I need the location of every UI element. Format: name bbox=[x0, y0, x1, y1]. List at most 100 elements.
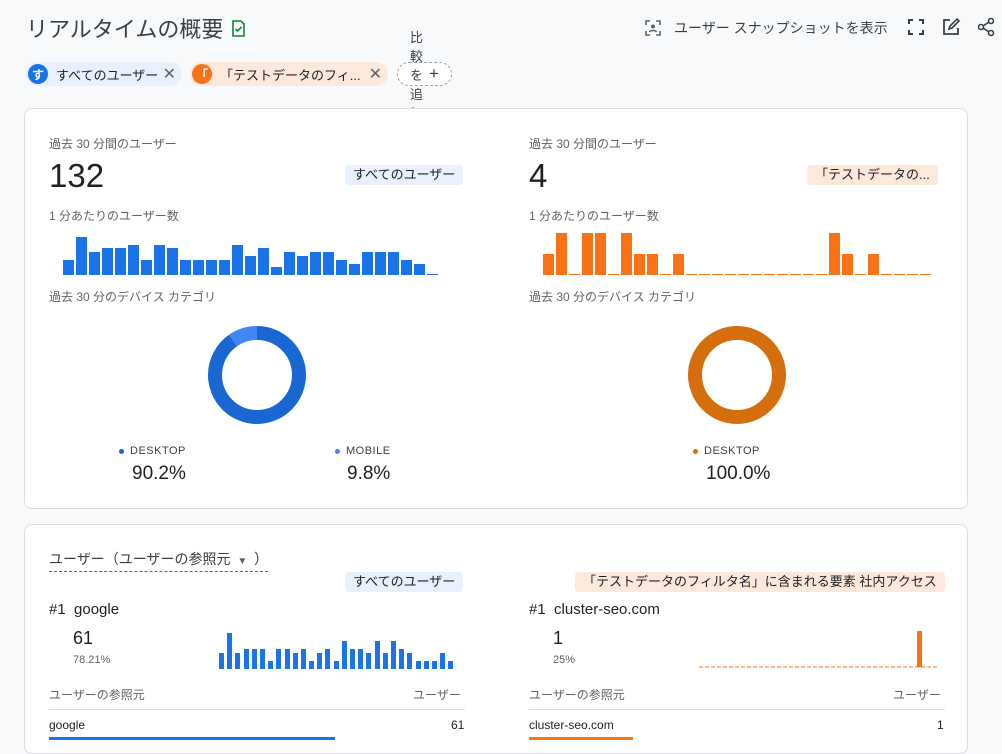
chart-bar bbox=[333, 661, 339, 669]
segment-badge: 「テストデータのフィルタ名」に含まれる要素 社内アクセス bbox=[575, 572, 945, 592]
dimension-selector[interactable]: ユーザー（ユーザーの参照元 ▼ ） bbox=[49, 549, 269, 572]
chart-bar bbox=[608, 274, 619, 275]
segment-badge: すべてのユーザー bbox=[345, 572, 464, 592]
chart-bar bbox=[777, 274, 788, 275]
table-row-users: 1 bbox=[937, 718, 944, 732]
chart-bar bbox=[325, 649, 331, 669]
chart-bar bbox=[712, 274, 723, 275]
referrer-value: 61 bbox=[73, 628, 94, 648]
chart-bar bbox=[227, 633, 233, 669]
close-icon[interactable]: ✕ bbox=[163, 64, 176, 84]
chart-bar bbox=[276, 649, 282, 669]
user-snapshot-button[interactable]: ユーザー スナップショットを表示 bbox=[644, 18, 888, 38]
chart-bar bbox=[868, 254, 879, 275]
dimension-title: ユーザー（ユーザーの参照元 bbox=[49, 551, 231, 567]
chart-bar bbox=[89, 252, 100, 275]
chart-bar bbox=[300, 649, 306, 669]
referrer-share: 78.21% bbox=[73, 654, 111, 666]
page-title: リアルタイムの概要 bbox=[26, 17, 224, 42]
chart-bar bbox=[309, 661, 315, 669]
close-icon[interactable]: ✕ bbox=[369, 64, 382, 84]
chart-bar bbox=[634, 254, 645, 275]
desktop-pct: 90.2% bbox=[132, 463, 186, 484]
chart-bar bbox=[382, 653, 388, 669]
per-minute-label: 1 分あたりのユーザー数 bbox=[529, 209, 659, 223]
chart-bar bbox=[102, 248, 113, 275]
legend-dot bbox=[119, 448, 124, 454]
chart-bar bbox=[350, 649, 355, 669]
col-source-header: ユーザーの参照元 bbox=[49, 688, 145, 702]
chart-bar bbox=[401, 259, 412, 275]
chart-bar bbox=[569, 274, 580, 275]
chart-bar bbox=[751, 274, 762, 275]
chart-bar bbox=[251, 649, 257, 669]
chart-bar bbox=[317, 653, 323, 669]
chart-bar bbox=[297, 256, 308, 275]
snapshot-label: ユーザー スナップショットを表示 bbox=[674, 20, 888, 36]
donut-slice-desktop bbox=[688, 326, 786, 424]
chart-bar bbox=[414, 263, 425, 275]
chart-bar bbox=[803, 274, 814, 275]
dimension-title-close: ） bbox=[254, 551, 269, 567]
chart-bar bbox=[341, 641, 347, 669]
referrer-sparkline bbox=[219, 629, 456, 669]
legend-label: MOBILE bbox=[346, 445, 391, 457]
device-donut-chart bbox=[208, 326, 306, 424]
chart-bar bbox=[323, 252, 334, 275]
col-users-header: ユーザー bbox=[413, 688, 461, 702]
segment-badge: 「テストデータの... bbox=[807, 165, 938, 185]
device-category-label: 過去 30 分のデバイス カテゴリ bbox=[49, 290, 216, 304]
divider bbox=[529, 709, 945, 710]
chip-label: 「テストデータのフィ... bbox=[220, 67, 361, 83]
chart-bar bbox=[660, 274, 671, 275]
chart-bar bbox=[235, 653, 241, 669]
chip-all-users[interactable]: す すべてのユーザー ✕ bbox=[26, 62, 182, 86]
chart-bar bbox=[284, 252, 295, 275]
chart-bar bbox=[907, 274, 918, 275]
referrer-sparkline bbox=[699, 631, 939, 668]
chart-bar bbox=[738, 274, 749, 275]
users-30min-label: 過去 30 分間のユーザー bbox=[529, 137, 657, 151]
check-doc-icon[interactable] bbox=[230, 20, 247, 37]
referrer-name: cluster-seo.com bbox=[554, 601, 660, 618]
table-row-users: 61 bbox=[451, 718, 465, 732]
chart-bar bbox=[366, 653, 372, 669]
referrer-share: 25% bbox=[553, 654, 576, 666]
chip-test-data-filter[interactable]: 「 「テストデータのフィ... ✕ bbox=[190, 62, 388, 86]
chart-bar bbox=[621, 233, 632, 275]
dropdown-arrow-icon: ▼ bbox=[237, 556, 248, 567]
divider bbox=[49, 709, 465, 710]
edit-icon[interactable] bbox=[941, 17, 961, 37]
chart-bar bbox=[440, 653, 446, 669]
table-row-source[interactable]: cluster-seo.com bbox=[529, 718, 614, 732]
share-icon[interactable] bbox=[976, 17, 996, 37]
chart-bar bbox=[699, 274, 710, 275]
table-row-source[interactable]: google bbox=[49, 718, 85, 732]
legend-label: DESKTOP bbox=[130, 445, 186, 457]
chart-bar bbox=[427, 273, 438, 275]
fullscreen-icon[interactable] bbox=[906, 17, 926, 37]
chart-bar bbox=[243, 649, 249, 669]
users-30min-value: 132 bbox=[49, 157, 105, 194]
per-minute-chart bbox=[63, 235, 440, 275]
top-referrer: #1 google bbox=[49, 601, 119, 618]
chart-bar bbox=[219, 259, 230, 275]
device-donut-chart bbox=[688, 326, 786, 424]
legend-label: DESKTOP bbox=[704, 445, 760, 457]
chart-bar bbox=[829, 233, 840, 275]
chart-bar bbox=[167, 248, 178, 275]
device-category-label: 過去 30 分のデバイス カテゴリ bbox=[529, 290, 696, 304]
legend-desktop: DESKTOP bbox=[119, 445, 186, 457]
col-source-header: ユーザーの参照元 bbox=[529, 688, 625, 702]
chart-bar bbox=[219, 653, 224, 669]
chart-bar bbox=[448, 661, 454, 669]
snapshot-icon bbox=[645, 20, 661, 36]
add-comparison-button[interactable]: 比較を追加 + bbox=[397, 30, 452, 121]
chart-bar bbox=[725, 274, 736, 275]
chart-bar bbox=[336, 259, 347, 275]
chart-bar bbox=[920, 274, 931, 275]
chart-bar bbox=[595, 233, 606, 275]
chart-bar bbox=[115, 248, 126, 275]
users-30min-value: 4 bbox=[529, 157, 548, 194]
chart-bar bbox=[374, 641, 380, 669]
